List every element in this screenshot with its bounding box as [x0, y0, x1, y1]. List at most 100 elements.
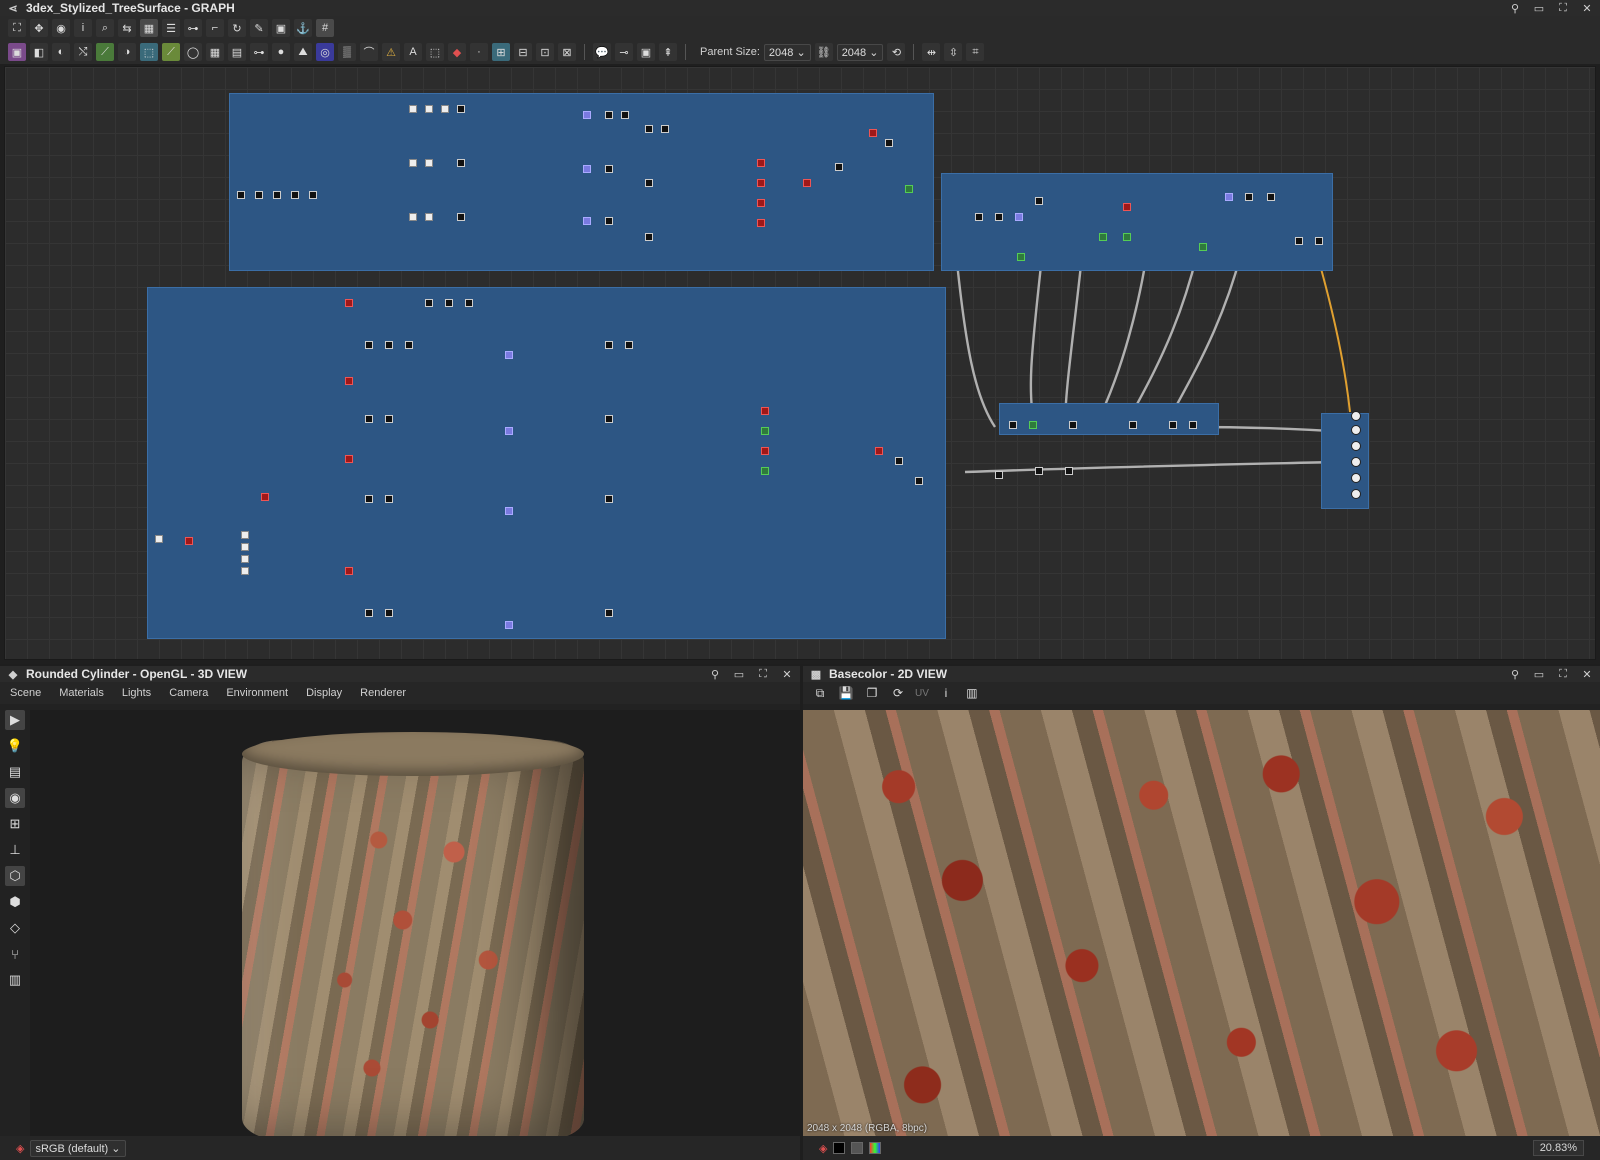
close-icon[interactable]: ✕ [1580, 668, 1594, 681]
warp-icon[interactable]: ⛰ [294, 43, 312, 61]
fit-view-icon[interactable]: ⛶ [8, 19, 26, 37]
output-size-select[interactable]: 2048 ⌄ [836, 43, 884, 61]
sphere-icon[interactable]: ● [272, 43, 290, 61]
output-icon[interactable]: ▣ [637, 43, 655, 61]
node[interactable] [583, 165, 591, 173]
node[interactable] [425, 159, 433, 167]
node[interactable] [505, 351, 513, 359]
node[interactable] [365, 341, 373, 349]
close-icon[interactable]: ✕ [1580, 2, 1594, 15]
node[interactable] [1123, 203, 1131, 211]
dot-icon[interactable]: ⊸ [615, 43, 633, 61]
viewport-3d[interactable] [30, 710, 800, 1140]
output-node[interactable] [1351, 425, 1361, 435]
menu-scene[interactable]: Scene [10, 687, 41, 699]
node[interactable] [605, 341, 613, 349]
node[interactable] [605, 609, 613, 617]
output-node[interactable] [1351, 489, 1361, 499]
node[interactable] [995, 471, 1003, 479]
node[interactable] [1009, 421, 1017, 429]
node[interactable] [273, 191, 281, 199]
node[interactable] [409, 159, 417, 167]
node[interactable] [661, 125, 669, 133]
node[interactable] [761, 447, 769, 455]
node[interactable] [995, 213, 1003, 221]
uv-select[interactable]: UV [915, 688, 929, 699]
node[interactable] [409, 105, 417, 113]
node[interactable] [457, 213, 465, 221]
copy-icon[interactable]: ⧉ [811, 684, 829, 702]
node[interactable] [1169, 421, 1177, 429]
shuffle-icon[interactable]: ⤭ [74, 43, 92, 61]
hsl-icon[interactable]: ◎ [316, 43, 334, 61]
fill-icon[interactable]: ◆ [448, 43, 466, 61]
menu-camera[interactable]: Camera [169, 687, 208, 699]
zoom-field[interactable]: 20.83% [1532, 1140, 1584, 1156]
node[interactable] [1035, 467, 1043, 475]
frame-top-right[interactable] [941, 173, 1333, 271]
node[interactable] [261, 493, 269, 501]
warning-icon[interactable]: ⚠ [382, 43, 400, 61]
maximize-icon[interactable]: ⛶ [1556, 668, 1570, 681]
node[interactable] [365, 495, 373, 503]
node[interactable] [875, 447, 883, 455]
node[interactable] [757, 219, 765, 227]
node[interactable] [185, 537, 193, 545]
node[interactable] [385, 341, 393, 349]
node[interactable] [757, 179, 765, 187]
node[interactable] [1267, 193, 1275, 201]
node[interactable] [645, 179, 653, 187]
menu-renderer[interactable]: Renderer [360, 687, 406, 699]
node[interactable] [409, 213, 417, 221]
node[interactable] [241, 555, 249, 563]
close-icon[interactable]: ✕ [780, 668, 794, 681]
node[interactable] [761, 467, 769, 475]
restore-icon[interactable]: ▭ [1532, 2, 1546, 15]
camera-icon[interactable]: ◉ [5, 788, 25, 808]
node[interactable] [885, 139, 893, 147]
node[interactable] [241, 531, 249, 539]
node[interactable] [255, 191, 263, 199]
curve-icon[interactable]: ⟋ [96, 43, 114, 61]
normal-icon[interactable]: ⊞ [492, 43, 510, 61]
value-icon[interactable]: · [470, 43, 488, 61]
fx-map-icon[interactable]: ⊶ [250, 43, 268, 61]
info-icon[interactable]: i [74, 19, 92, 37]
menu-display[interactable]: Display [306, 687, 342, 699]
node[interactable] [1225, 193, 1233, 201]
node[interactable] [345, 455, 353, 463]
node[interactable] [241, 567, 249, 575]
node[interactable] [621, 111, 629, 119]
restore-icon[interactable]: ▭ [732, 668, 746, 681]
frame-bottom-left[interactable] [147, 287, 946, 639]
node[interactable] [1099, 233, 1107, 241]
node[interactable] [385, 609, 393, 617]
menu-lights[interactable]: Lights [122, 687, 151, 699]
node[interactable] [345, 299, 353, 307]
route-icon[interactable]: ⌐ [206, 19, 224, 37]
connector-icon[interactable]: ⊶ [184, 19, 202, 37]
node[interactable] [583, 217, 591, 225]
environment-icon[interactable]: ▤ [5, 762, 25, 782]
maximize-icon[interactable]: ⛶ [1556, 2, 1570, 15]
node[interactable] [1123, 233, 1131, 241]
node[interactable] [1189, 421, 1197, 429]
node[interactable] [645, 233, 653, 241]
node[interactable] [425, 105, 433, 113]
node[interactable] [835, 163, 843, 171]
camera-icon[interactable]: ◉ [52, 19, 70, 37]
tile-icon[interactable]: ▦ [206, 43, 224, 61]
node[interactable] [385, 415, 393, 423]
histogram-icon[interactable]: ▥ [963, 684, 981, 702]
channel-icon[interactable]: ⊟ [514, 43, 532, 61]
node[interactable] [605, 495, 613, 503]
node[interactable] [757, 159, 765, 167]
output-node[interactable] [1351, 457, 1361, 467]
pin-node-icon[interactable]: ⇞ [659, 43, 677, 61]
levels-icon[interactable]: ◑ [118, 43, 136, 61]
pin-icon[interactable]: ⚲ [1508, 668, 1522, 681]
refresh-icon[interactable]: ⟳ [889, 684, 907, 702]
anchor-icon[interactable]: ⚓ [294, 19, 312, 37]
parent-size-select[interactable]: 2048 ⌄ [763, 43, 811, 61]
node[interactable] [1065, 467, 1073, 475]
